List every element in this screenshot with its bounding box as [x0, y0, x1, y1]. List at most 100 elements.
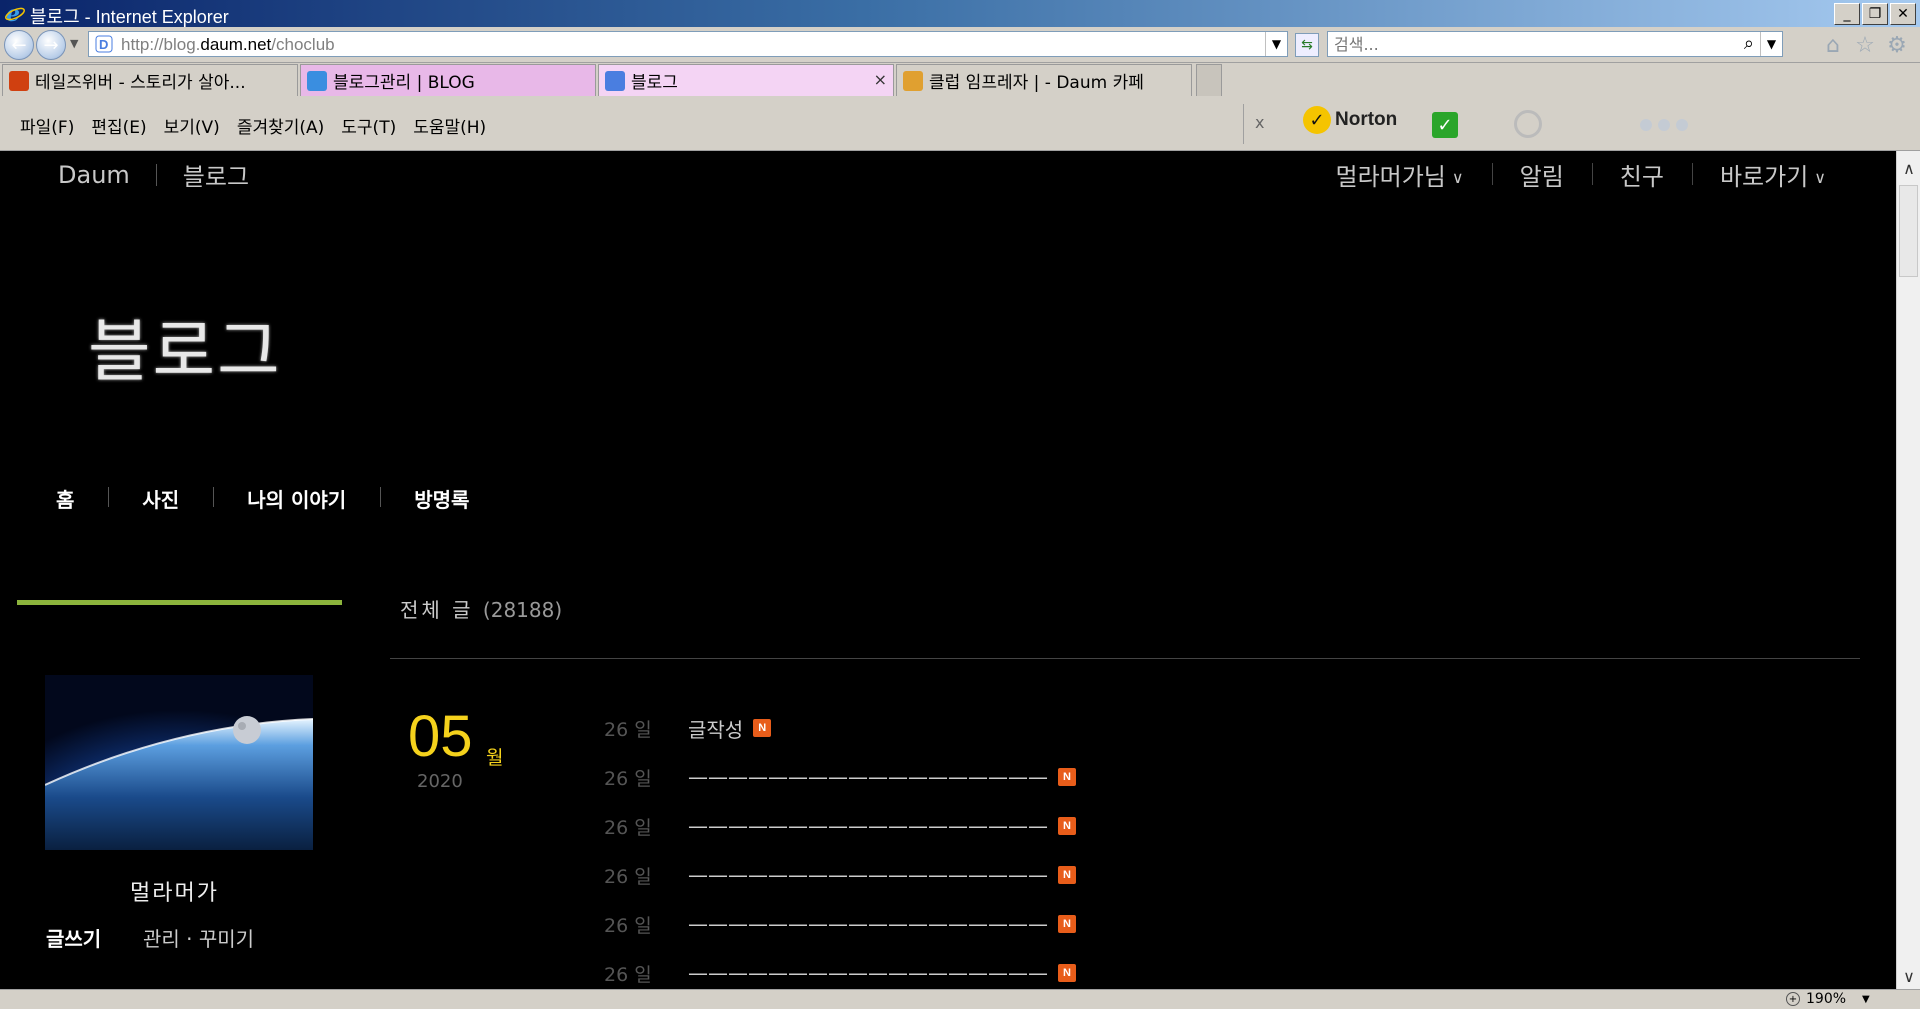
post-row[interactable]: 26 일 —————————————————— N: [604, 806, 1076, 846]
daum-cafe-favicon-icon: [903, 70, 923, 91]
ie-favicon-icon: [307, 70, 327, 91]
daum-link[interactable]: Daum: [58, 161, 130, 189]
history-dropdown-icon[interactable]: ▼: [70, 37, 78, 50]
top-nav-right: 멀라머가님 ∨ 알림 친구 바로가기 ∨: [1307, 157, 1854, 192]
norton-toolbar[interactable]: ✓ Norton: [1303, 106, 1397, 134]
menu-help[interactable]: 도움말(H): [413, 113, 486, 138]
date-month-unit: 월: [486, 747, 504, 769]
chevron-down-icon: ∨: [1451, 168, 1464, 187]
refresh-button[interactable]: ⇆: [1295, 33, 1319, 57]
zoom-icon: +: [1786, 992, 1800, 1006]
menu-favorites[interactable]: 즐겨찾기(A): [237, 113, 324, 138]
posts-divider: [390, 658, 1860, 659]
restore-button[interactable]: ❐: [1862, 3, 1888, 25]
search-box[interactable]: ⌕ ▼: [1327, 31, 1783, 57]
menu-tools[interactable]: 도구(T): [341, 113, 396, 138]
friends-link[interactable]: 친구: [1591, 157, 1692, 192]
manage-decorate-link[interactable]: 관리 · 꾸미기: [143, 923, 254, 952]
post-title[interactable]: 글작성: [688, 714, 743, 743]
post-title[interactable]: ——————————————————: [688, 961, 1048, 985]
notifications-link[interactable]: 알림: [1491, 157, 1592, 192]
blog-link[interactable]: 블로그: [183, 157, 249, 192]
menu-edit[interactable]: 편집(E): [91, 113, 146, 138]
favorites-star-icon[interactable]: ☆: [1852, 32, 1878, 58]
post-title[interactable]: ——————————————————: [688, 765, 1048, 789]
talesweaver-favicon-icon: [9, 70, 29, 91]
tab-close-icon[interactable]: ×: [874, 70, 887, 89]
tab-blog[interactable]: 블로그 ×: [598, 64, 894, 96]
scroll-up-icon[interactable]: ∧: [1897, 157, 1920, 179]
menu-photos[interactable]: 사진: [108, 484, 213, 513]
zoom-dropdown-icon[interactable]: ▼: [1862, 994, 1870, 1005]
address-bar[interactable]: D http://blog.daum.net/choclub ▼: [88, 31, 1288, 57]
home-icon[interactable]: ⌂: [1820, 32, 1846, 58]
tab-label: 테일즈위버 - 스토리가 살아...: [35, 73, 246, 93]
forward-button[interactable]: →: [36, 30, 66, 60]
new-tab-button[interactable]: [1196, 64, 1222, 96]
search-icon[interactable]: ⌕: [1744, 33, 1754, 54]
post-row[interactable]: 26 일 —————————————————— N: [604, 757, 1076, 797]
menu-view[interactable]: 보기(V): [164, 113, 220, 138]
post-title[interactable]: ——————————————————: [688, 912, 1048, 936]
shortcuts-menu[interactable]: 바로가기 ∨: [1691, 157, 1854, 192]
user-menu[interactable]: 멀라머가님 ∨: [1307, 157, 1491, 192]
post-day: 26 일: [604, 865, 652, 888]
tab-talesweaver[interactable]: 테일즈위버 - 스토리가 살아...: [2, 64, 298, 96]
tab-club-impreza[interactable]: 클럽 임프레자 | - Daum 카페: [896, 64, 1192, 96]
tab-row: 테일즈위버 - 스토리가 살아... 블로그관리 | BLOG 블로그 × 클럽…: [0, 63, 1920, 98]
scrollbar-thumb[interactable]: [1899, 185, 1918, 277]
scroll-down-icon[interactable]: ∨: [1897, 965, 1920, 987]
blog-menu: 홈 사진 나의 이야기 방명록: [56, 484, 503, 513]
ie-logo-icon: e: [5, 2, 25, 24]
tab-label: 블로그: [631, 73, 678, 93]
norton-check-icon: ✓: [1303, 106, 1331, 134]
blog-title[interactable]: 블로그: [88, 296, 282, 395]
profile-image[interactable]: [45, 675, 313, 850]
zoom-level: 190%: [1806, 991, 1847, 1007]
toolbar-close-button[interactable]: x: [1255, 113, 1264, 132]
svg-text:D: D: [99, 37, 108, 52]
new-badge: N: [1058, 768, 1076, 786]
safe-web-check-icon[interactable]: ✓: [1432, 112, 1458, 138]
back-button[interactable]: ←: [4, 30, 34, 60]
posts-header[interactable]: 전체 글 (28188): [400, 594, 562, 623]
toolbar-more-icon[interactable]: [1640, 119, 1688, 131]
post-title[interactable]: ——————————————————: [688, 863, 1048, 887]
tab-label: 클럽 임프레자 | - Daum 카페: [929, 73, 1144, 93]
tab-label: 블로그관리 | BLOG: [333, 73, 475, 93]
menu-my-story[interactable]: 나의 이야기: [213, 484, 380, 513]
post-day: 26 일: [604, 718, 652, 741]
menu-file[interactable]: 파일(F): [20, 113, 74, 138]
date-year: 2020: [417, 771, 463, 792]
minimize-button[interactable]: _: [1834, 3, 1860, 25]
zoom-control[interactable]: + 190% ▼: [1786, 991, 1870, 1007]
gear-icon[interactable]: ⚙: [1884, 32, 1910, 58]
menu-home[interactable]: 홈: [56, 484, 108, 513]
close-window-button[interactable]: ✕: [1890, 3, 1916, 25]
address-dropdown-icon[interactable]: ▼: [1265, 32, 1287, 56]
search-dropdown-icon[interactable]: ▼: [1760, 32, 1782, 56]
vertical-scrollbar[interactable]: ∧ ∨: [1896, 151, 1920, 989]
post-row[interactable]: 26 일 —————————————————— N: [604, 855, 1076, 895]
daum-favicon-icon: [605, 70, 625, 91]
new-badge: N: [1058, 915, 1076, 933]
address-url[interactable]: http://blog.daum.net/choclub: [121, 35, 335, 55]
post-title[interactable]: ——————————————————: [688, 814, 1048, 838]
write-post-link[interactable]: 글쓰기: [46, 923, 101, 952]
toolbar-divider: [1243, 104, 1244, 144]
top-nav-left: Daum 블로그: [58, 157, 249, 192]
window-title: 블로그 - Internet Explorer: [30, 7, 229, 27]
post-row[interactable]: 26 일 글작성 N: [604, 708, 772, 748]
menu-guestbook[interactable]: 방명록: [380, 484, 503, 513]
posts-count: (28188): [482, 598, 563, 622]
menu-bar: 파일(F) 편집(E) 보기(V) 즐겨찾기(A) 도구(T) 도움말(H) x…: [0, 98, 1920, 151]
date-month: 05: [408, 704, 473, 769]
post-row[interactable]: 26 일 —————————————————— N: [604, 904, 1076, 944]
tab-blog-manage[interactable]: 블로그관리 | BLOG: [300, 64, 596, 96]
sidebar-accent-line: [17, 600, 342, 605]
profile-name[interactable]: 멀라머가: [130, 875, 219, 907]
search-input[interactable]: [1332, 33, 1732, 55]
identity-safe-icon[interactable]: [1514, 110, 1542, 138]
post-row[interactable]: 26 일 —————————————————— N: [604, 953, 1076, 989]
refresh-icon: ⇆: [1301, 37, 1313, 53]
